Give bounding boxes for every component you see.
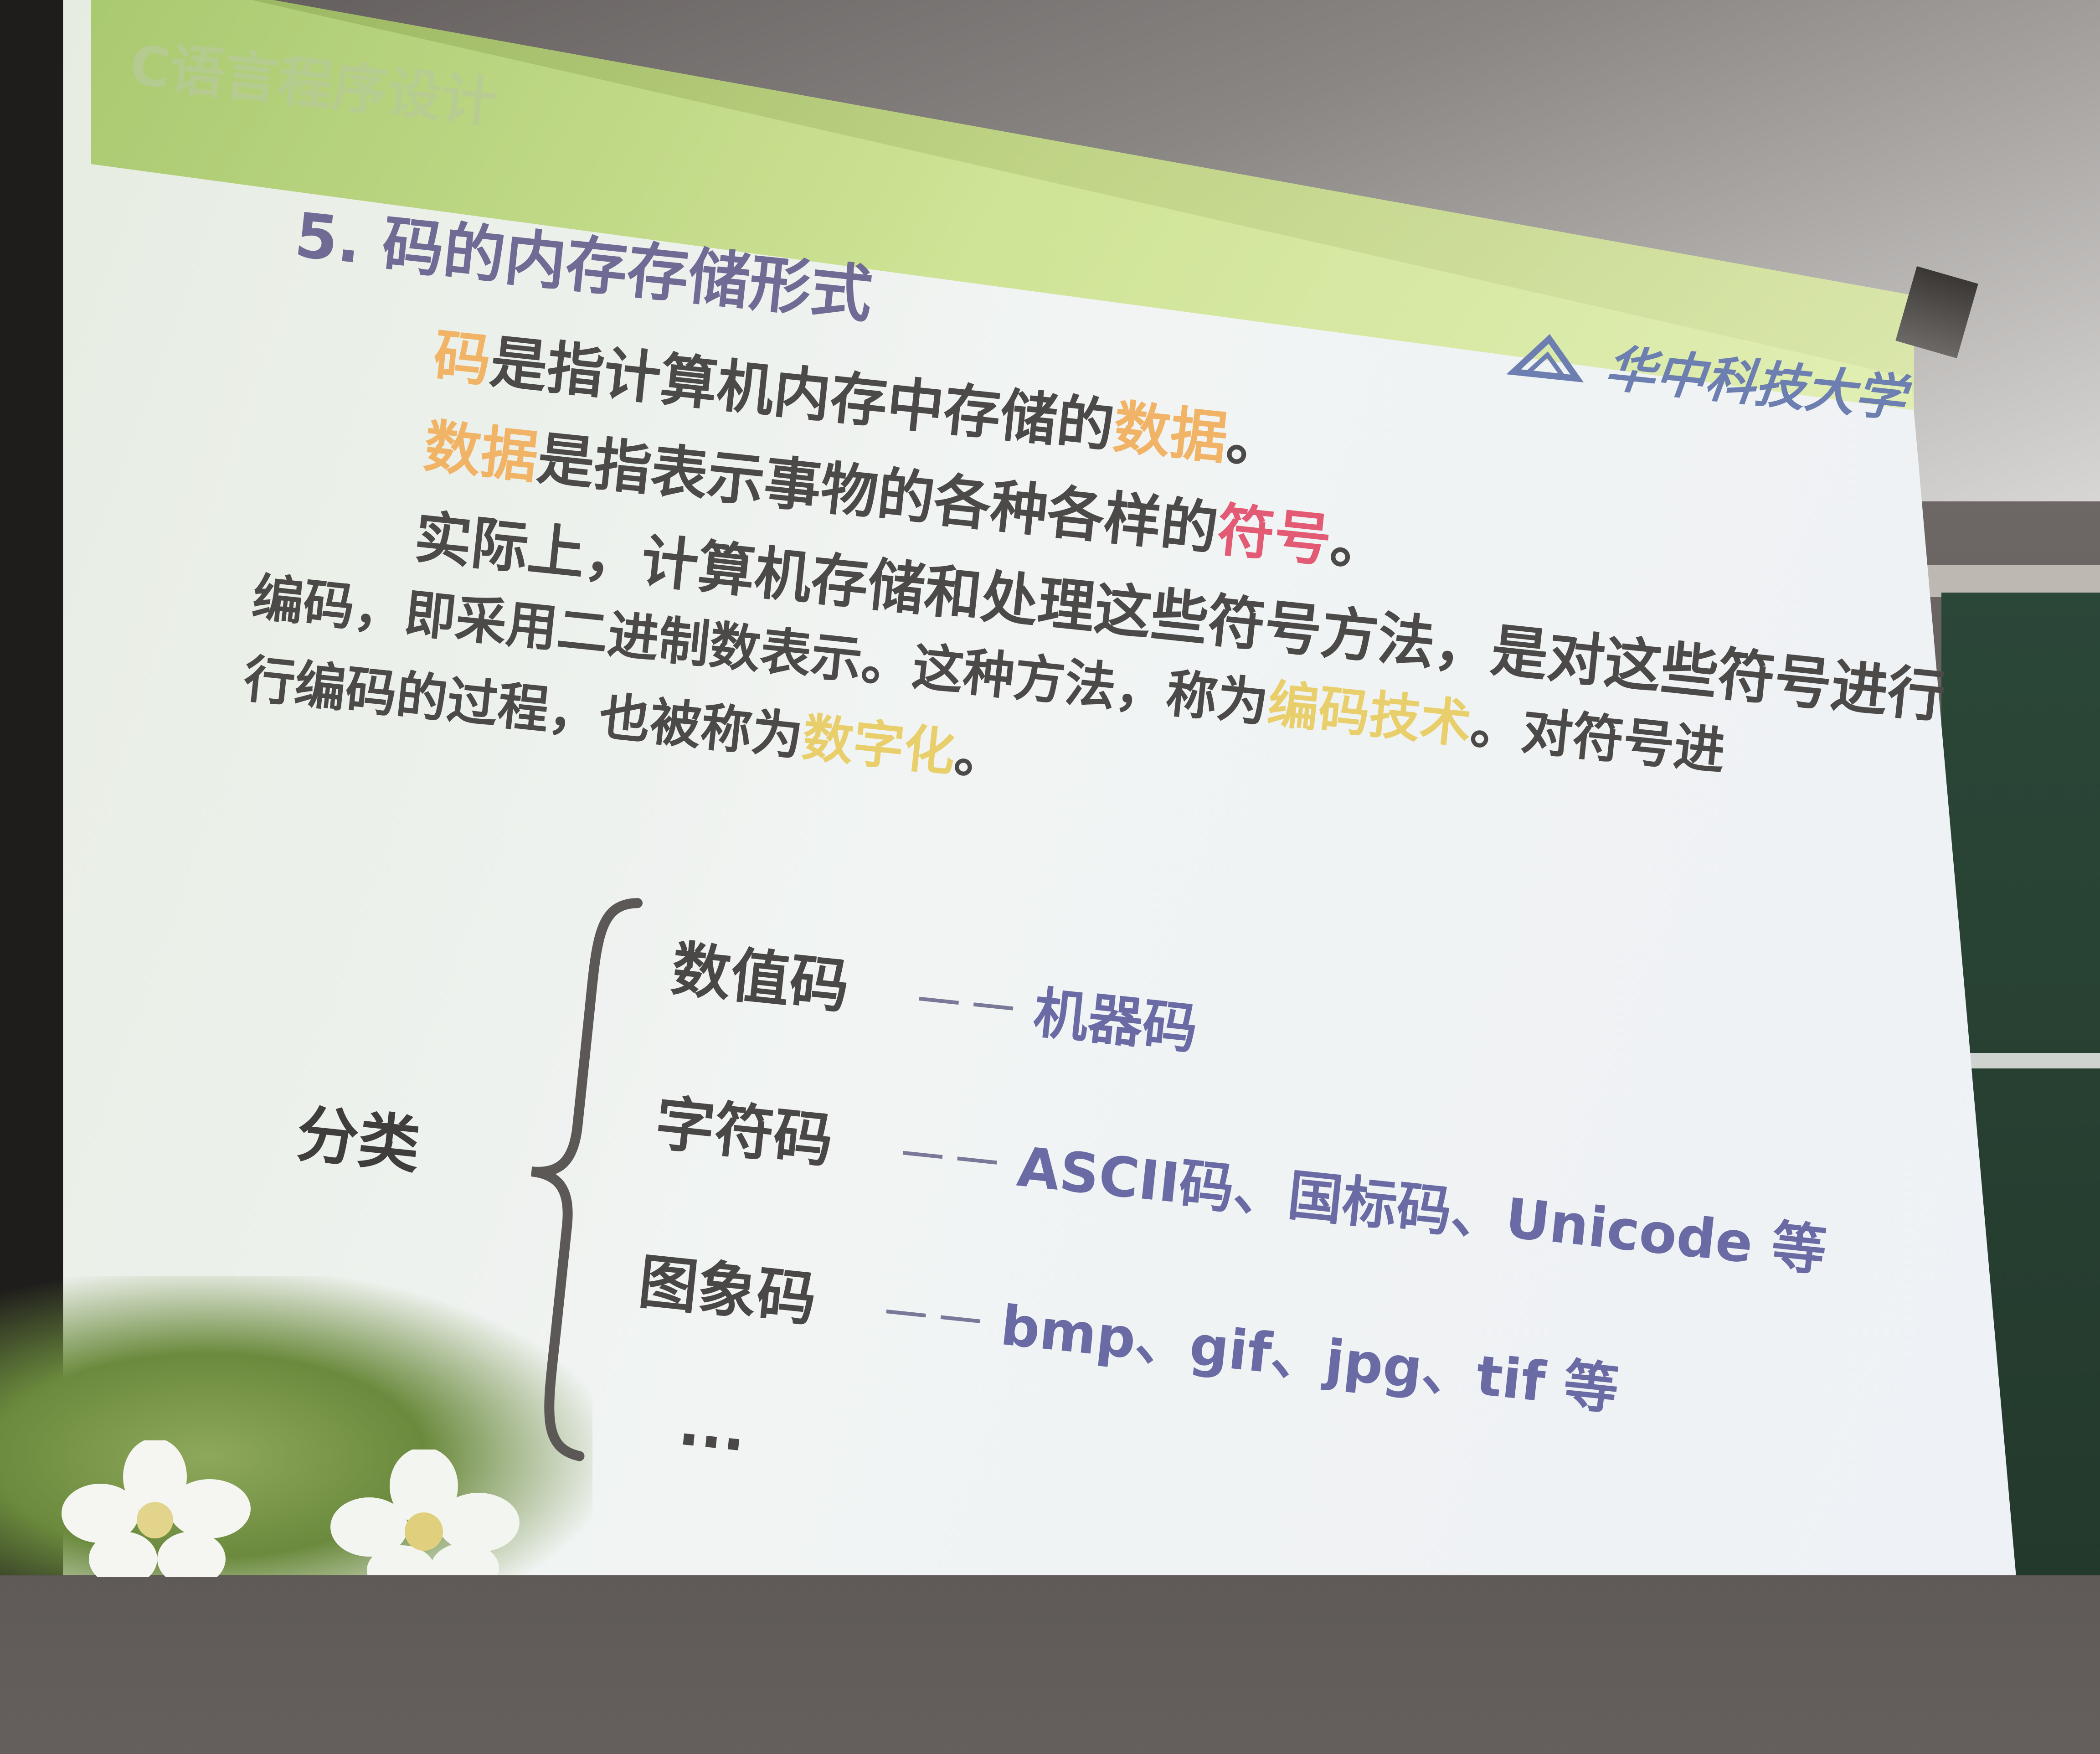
highlighted-term: 编码技术 [1265, 674, 1474, 755]
classification-item-name: 字符码 [652, 1088, 836, 1176]
classification-item-description: ASCII码、国标码、Unicode 等 [1014, 1135, 1829, 1284]
text-segment: 。 [1223, 406, 1287, 478]
classification-item-description: bmp、gif、jpg、tif 等 [998, 1294, 1621, 1422]
university-name: 华中科技大学 [1602, 339, 1908, 428]
course-title: C语言程序设计 [126, 34, 499, 135]
classification-item-description: 机器码 [1030, 981, 1200, 1062]
university-logo: 华中科技大学 [1503, 316, 1909, 431]
slide-content: C语言程序设计 5. 码的内存存储形式 华中科技大学 码是指计算机内存中存储的数… [0, 0, 2100, 1754]
text-segment: 。 [1327, 509, 1391, 581]
classification-dash: －－ [908, 968, 1024, 1043]
university-emblem-icon [1506, 334, 1584, 382]
text-segment: 。 [952, 724, 1009, 789]
classification-label: 分类 [293, 1098, 423, 1182]
highlighted-term: 数据 [1110, 394, 1231, 472]
classification-item-name: 图象码 [635, 1247, 820, 1335]
classification-dash: －－ [875, 1281, 991, 1356]
text-segment: 。对符号进 [1467, 696, 1728, 782]
highlighted-term: 符号 [1214, 497, 1334, 575]
highlighted-term: 码 [430, 323, 494, 395]
classification-item-name: 数值码 [668, 934, 853, 1022]
section-title: 5. 码的内存存储形式 [291, 199, 876, 331]
highlighted-term: 数据 [421, 413, 541, 491]
ellipsis: ... [675, 1389, 750, 1465]
classification-dash: －－ [892, 1122, 1008, 1197]
highlighted-term: 数字化 [799, 708, 958, 783]
curly-brace-icon [530, 898, 643, 1461]
